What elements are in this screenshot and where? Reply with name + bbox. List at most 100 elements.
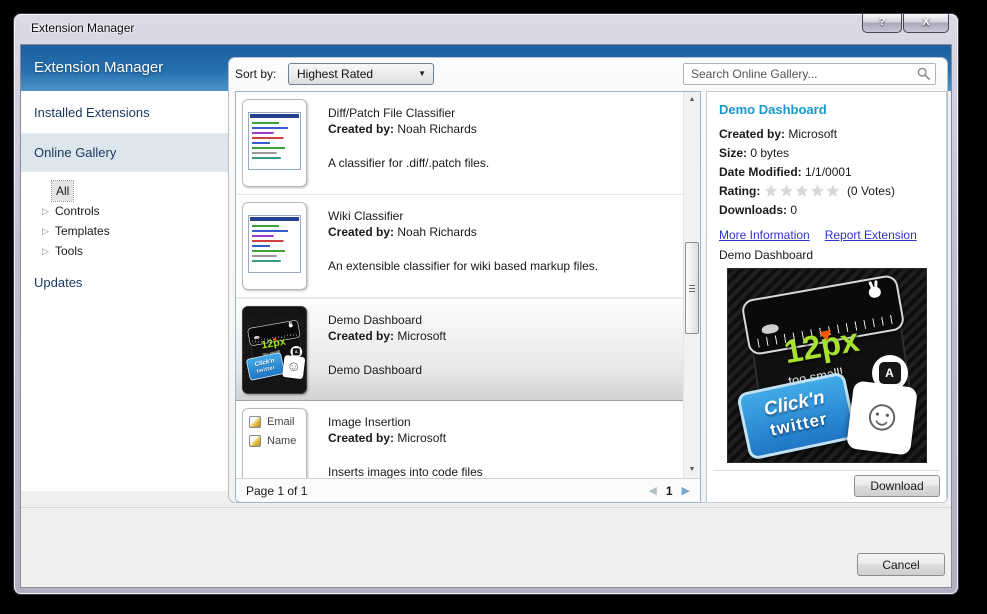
list-item-text: Wiki Classifier Created by: Noah Richard… [328, 195, 683, 274]
scroll-up-icon[interactable]: ▲ [684, 92, 700, 108]
created-by-label: Created by: [719, 127, 785, 141]
scroll-down-icon[interactable]: ▼ [684, 462, 700, 478]
extension-thumbnail: size 12px too small! A [242, 306, 307, 394]
extension-title: Image Insertion [328, 414, 683, 430]
toolbar: Sort by: Highest Rated ▼ [229, 58, 947, 91]
extension-list: Diff/Patch File Classifier Created by: N… [235, 91, 701, 503]
extension-thumbnail: Email Name [242, 408, 307, 478]
extension-title: Demo Dashboard [328, 312, 683, 328]
thumb-email-label: Email [267, 416, 295, 428]
extension-author: Created by: Microsoft [328, 430, 683, 446]
thumbnail-screenshot [248, 112, 301, 170]
expander-icon[interactable]: ▷ [42, 241, 49, 261]
list-item-image-insertion[interactable]: Email Name Image Insertion Create [236, 401, 683, 478]
list-item-demo-dashboard[interactable]: size 12px too small! A [236, 298, 683, 401]
sidebar-item-installed-extensions[interactable]: Installed Extensions [21, 91, 229, 133]
star-icon: ★ [780, 183, 795, 200]
extension-description: Demo Dashboard [328, 363, 683, 378]
current-page-number[interactable]: 1 [666, 484, 673, 498]
details-size: Size: 0 bytes [719, 144, 934, 163]
expander-icon[interactable]: ▷ [42, 221, 49, 241]
tree-item-label: Tools [55, 241, 83, 261]
details-rating: Rating: ★★★★★ (0 Votes) [719, 182, 934, 201]
search-icon[interactable] [917, 67, 931, 81]
downloads-value: 0 [790, 203, 797, 217]
details-panel: Demo Dashboard Created by: Microsoft Siz… [706, 91, 947, 503]
list-item-diff-patch[interactable]: Diff/Patch File Classifier Created by: N… [236, 92, 683, 195]
details-modified: Date Modified: 1/1/0001 [719, 163, 934, 182]
desktop: Extension Manager ? X Extension Manager … [0, 0, 987, 614]
page-status: Page 1 of 1 [246, 484, 307, 498]
chevron-down-icon: ▼ [418, 64, 426, 84]
tree-item-templates[interactable]: ▷ Templates [21, 221, 229, 241]
date-modified-label: Date Modified: [719, 165, 802, 179]
thumb-row-name: Name [249, 435, 306, 447]
rabbit-icon [288, 323, 292, 327]
list-item-wiki-classifier[interactable]: Wiki Classifier Created by: Noah Richard… [236, 195, 683, 298]
rating-stars: ★★★★★ [764, 183, 841, 200]
expander-icon[interactable]: ▷ [42, 201, 49, 221]
vertical-scrollbar[interactable]: ▲ ▼ [683, 92, 700, 478]
report-extension-link[interactable]: Report Extension [825, 228, 917, 242]
thumb-row-email: Email [249, 416, 306, 428]
next-page-icon[interactable]: ▶ [682, 484, 690, 497]
star-icon: ★ [795, 183, 810, 200]
extension-description: Inserts images into code files [328, 465, 683, 478]
details-created: Created by: Microsoft [719, 125, 934, 144]
window-title: Extension Manager [31, 21, 134, 35]
extension-author: Created by: Noah Richards [328, 224, 683, 240]
page-edit-icon [249, 435, 261, 447]
close-button[interactable]: X [903, 14, 949, 33]
smiley-icon: ☺ [846, 380, 918, 455]
size-label: Size: [719, 146, 747, 160]
downloads-label: Downloads: [719, 203, 787, 217]
star-icon: ★ [811, 183, 826, 200]
search-input[interactable] [683, 63, 936, 85]
created-by-value: Microsoft [788, 127, 837, 141]
preview-image: size 12px too small! A Click'n twitter [727, 268, 927, 463]
scrollbar-thumb[interactable] [685, 242, 699, 334]
sort-by-label: Sort by: [235, 64, 276, 84]
date-modified-value: 1/1/0001 [805, 165, 852, 179]
author-name: Noah Richards [397, 122, 476, 136]
letter-a-badge: A [879, 362, 901, 384]
tree-item-tools[interactable]: ▷ Tools [21, 241, 229, 261]
page-title: Extension Manager [34, 45, 163, 91]
rating-votes: (0 Votes) [847, 184, 895, 198]
rating-label: Rating: [719, 184, 760, 198]
created-by-label: Created by: [328, 122, 394, 136]
page-edit-icon [249, 416, 261, 428]
sort-dropdown-value: Highest Rated [297, 64, 373, 84]
tree-item-all[interactable]: All [21, 181, 229, 201]
extension-author: Created by: Noah Richards [328, 121, 683, 137]
cancel-button[interactable]: Cancel [857, 553, 945, 576]
created-by-label: Created by: [328, 431, 394, 445]
rabbit-icon [867, 286, 881, 299]
created-by-label: Created by: [328, 329, 394, 343]
titlebar[interactable]: Extension Manager ? X [14, 14, 958, 44]
extension-author: Created by: Microsoft [328, 328, 683, 344]
author-name: Noah Richards [397, 225, 476, 239]
extension-description: An extensible classifier for wiki based … [328, 259, 683, 274]
more-information-link[interactable]: More Information [719, 228, 810, 242]
thumbnail-screenshot [248, 215, 301, 273]
footer-separator [21, 507, 951, 508]
category-tree: All ▷ Controls ▷ Templates ▷ Tools [21, 172, 229, 265]
pagination-nav: ◀ 1 ▶ [648, 484, 690, 498]
search-box [683, 63, 936, 85]
twitter-badge: Click'n twitter [736, 371, 858, 460]
dialog-client: Extension Manager Installed Extensions O… [20, 44, 952, 588]
dashboard-artwork: size 12px too small! A [243, 318, 307, 381]
sidebar-item-online-gallery[interactable]: Online Gallery [21, 133, 229, 172]
preview-caption: Demo Dashboard [719, 248, 934, 262]
help-button[interactable]: ? [862, 14, 902, 33]
prev-page-icon[interactable]: ◀ [648, 484, 656, 497]
sidebar-item-updates[interactable]: Updates [21, 265, 229, 300]
sort-dropdown[interactable]: Highest Rated ▼ [288, 63, 434, 85]
download-button[interactable]: Download [854, 475, 940, 497]
tree-item-controls[interactable]: ▷ Controls [21, 201, 229, 221]
window-controls: ? X [861, 14, 949, 33]
details-separator [713, 470, 940, 471]
extension-description: A classifier for .diff/.patch files. [328, 156, 683, 171]
content-panel: Sort by: Highest Rated ▼ [228, 57, 948, 503]
